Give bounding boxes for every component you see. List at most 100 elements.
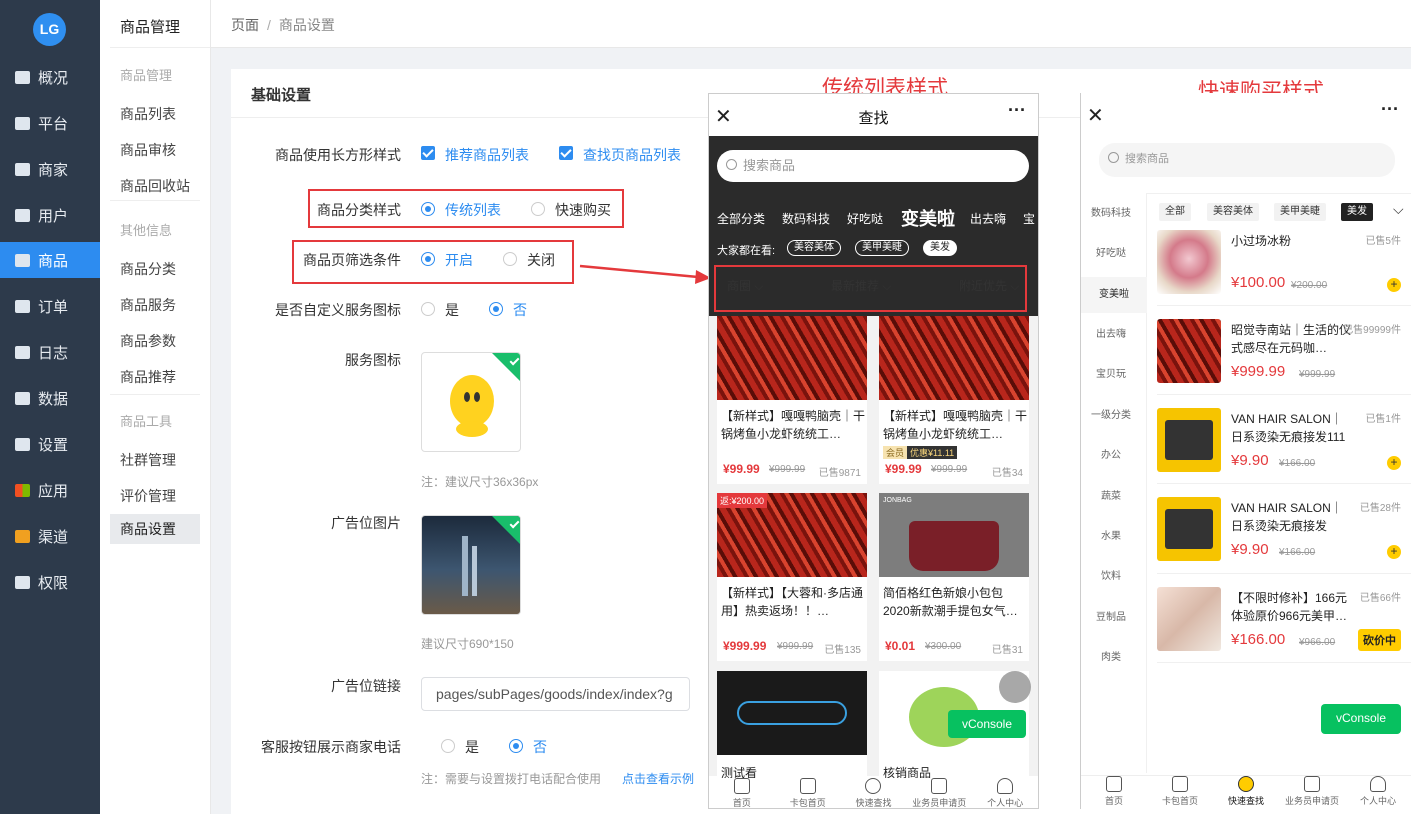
goods-card[interactable]: JONBAG 简佰格红色新娘小包包2020新款潮手提包女气… ¥0.01 ¥30… bbox=[879, 493, 1029, 661]
more-icon[interactable]: ··· bbox=[1008, 100, 1026, 121]
filter-nearby[interactable]: 附近优先 ⌵ bbox=[959, 277, 1019, 294]
goods-card[interactable]: 测试看 bbox=[717, 671, 867, 781]
filter-on-option[interactable]: 开启 bbox=[445, 250, 473, 270]
filter-business-area[interactable]: 商圈 ⌵ bbox=[727, 277, 763, 294]
sub-category-chip-selected[interactable]: 美发 bbox=[1341, 203, 1373, 221]
side-category[interactable]: 饮料 bbox=[1081, 562, 1141, 592]
side-category[interactable]: 数码科技 bbox=[1081, 199, 1141, 229]
category-tab[interactable]: 全部分类 bbox=[717, 210, 765, 227]
sub-category-chip[interactable]: 全部 bbox=[1159, 203, 1191, 221]
side-category[interactable]: 宝贝玩 bbox=[1081, 360, 1141, 390]
search-input[interactable]: 搜索商品 bbox=[1099, 143, 1395, 177]
hot-chip[interactable]: 美甲美睫 bbox=[855, 240, 909, 256]
custom-icon-no-option[interactable]: 否 bbox=[513, 300, 527, 320]
tab-profile[interactable]: 个人中心 bbox=[1345, 776, 1411, 807]
subnav-item-category[interactable]: 商品分类 bbox=[120, 259, 176, 279]
side-category[interactable]: 豆制品 bbox=[1081, 603, 1141, 633]
nav-item-log[interactable]: 日志 bbox=[0, 334, 100, 370]
chevron-down-icon[interactable]: ⌵ bbox=[1393, 201, 1404, 218]
category-tab[interactable]: 数码科技 bbox=[782, 210, 830, 227]
tab-cardpack[interactable]: 卡包首页 bbox=[775, 778, 841, 808]
breadcrumb-root[interactable]: 页面 bbox=[231, 17, 259, 33]
search-list-checkbox[interactable] bbox=[559, 146, 573, 160]
recommend-list-option[interactable]: 推荐商品列表 bbox=[445, 145, 529, 165]
custom-icon-yes-option[interactable]: 是 bbox=[445, 300, 459, 320]
add-to-cart-icon[interactable]: + bbox=[1387, 545, 1401, 559]
sub-category-chip[interactable]: 美容美体 bbox=[1207, 203, 1259, 221]
tab-quick-find[interactable]: 快速查找 bbox=[1213, 776, 1279, 807]
tab-quick-find[interactable]: 快速查找 bbox=[841, 778, 907, 808]
quick-goods-item[interactable]: 【不限时修补】166元体验原价966元美甲… 已售66件 ¥166.00 ¥96… bbox=[1149, 587, 1409, 669]
goods-card[interactable]: 【新样式】嘎嘎鸭脑壳｜干锅烤鱼小龙虾统统工… ¥99.99 ¥999.99 已售… bbox=[717, 316, 867, 484]
subnav-item-goods-review[interactable]: 商品审核 bbox=[120, 140, 176, 160]
phone-button-no-radio[interactable] bbox=[509, 739, 523, 753]
nav-item-merchant[interactable]: 商家 bbox=[0, 151, 100, 187]
side-category[interactable]: 出去嗨 bbox=[1081, 320, 1141, 350]
filter-off-radio[interactable] bbox=[503, 252, 517, 266]
custom-icon-yes-radio[interactable] bbox=[421, 302, 435, 316]
nav-item-platform[interactable]: 平台 bbox=[0, 105, 100, 141]
tab-profile[interactable]: 个人中心 bbox=[972, 778, 1038, 808]
quick-goods-item[interactable]: 小过场冰粉 已售5件 ¥100.00 ¥200.00 + bbox=[1149, 230, 1409, 312]
custom-icon-no-radio[interactable] bbox=[489, 302, 503, 316]
add-to-cart-icon[interactable]: + bbox=[1387, 456, 1401, 470]
nav-item-user[interactable]: 用户 bbox=[0, 197, 100, 233]
filter-on-radio[interactable] bbox=[421, 252, 435, 266]
ad-link-input[interactable]: pages/subPages/goods/index/index?g bbox=[421, 677, 690, 711]
category-tab[interactable]: 出去嗨 bbox=[970, 210, 1006, 227]
nav-item-order[interactable]: 订单 bbox=[0, 288, 100, 324]
search-input[interactable]: 搜索商品 bbox=[717, 150, 1029, 182]
add-to-cart-icon[interactable]: + bbox=[1387, 278, 1401, 292]
goods-card[interactable]: 返:¥200.00 【新样式】【大蓉和·多店通用】热卖返场！！… ¥999.99… bbox=[717, 493, 867, 661]
search-list-option[interactable]: 查找页商品列表 bbox=[583, 145, 681, 165]
quick-goods-item[interactable]: 昭觉寺南站｜生活的仪式感尽在元码咖… 已售99999件 ¥999.99 ¥999… bbox=[1149, 319, 1409, 401]
quick-goods-item[interactable]: VAN HAIR SALON｜日系烫染无痕接发 已售28件 ¥9.90 ¥166… bbox=[1149, 497, 1409, 579]
phone-button-no-option[interactable]: 否 bbox=[533, 737, 547, 757]
tab-salesman[interactable]: 业务员申请页 bbox=[906, 778, 972, 808]
tab-salesman[interactable]: 业务员申请页 bbox=[1279, 776, 1345, 807]
hot-chip[interactable]: 美容美体 bbox=[787, 240, 841, 256]
side-category-active[interactable]: 变美啦 bbox=[1081, 277, 1147, 313]
vconsole-button[interactable]: vConsole bbox=[1321, 704, 1401, 734]
nav-item-overview[interactable]: 概况 bbox=[0, 59, 100, 95]
nav-item-apps[interactable]: 应用 bbox=[0, 472, 100, 508]
subnav-item-reviews[interactable]: 评价管理 bbox=[120, 486, 176, 506]
traditional-list-radio[interactable] bbox=[421, 202, 435, 216]
filter-off-option[interactable]: 关闭 bbox=[527, 250, 555, 270]
bargain-button[interactable]: 砍价中 bbox=[1358, 629, 1401, 651]
ad-image-upload[interactable] bbox=[421, 515, 521, 615]
close-icon[interactable]: ✕ bbox=[1087, 103, 1104, 128]
side-category[interactable]: 蔬菜 bbox=[1081, 482, 1141, 512]
filter-latest[interactable]: 最新推荐 ⌵ bbox=[831, 277, 891, 294]
side-category[interactable]: 一级分类 bbox=[1081, 401, 1141, 431]
subnav-item-goods-settings[interactable]: 商品设置 bbox=[110, 514, 200, 544]
vconsole-button[interactable]: vConsole bbox=[948, 710, 1026, 738]
hot-chip-selected[interactable]: 美发 bbox=[923, 240, 957, 256]
view-example-link[interactable]: 点击查看示例 bbox=[622, 770, 694, 787]
service-icon-upload[interactable] bbox=[421, 352, 521, 452]
goods-card[interactable]: 【新样式】嘎嘎鸭脑壳｜干锅烤鱼小龙虾统统工… 会员 优惠¥11.11 ¥99.9… bbox=[879, 316, 1029, 484]
subnav-item-params[interactable]: 商品参数 bbox=[120, 331, 176, 351]
subnav-item-recommend[interactable]: 商品推荐 bbox=[120, 367, 176, 387]
quick-buy-radio[interactable] bbox=[531, 202, 545, 216]
side-category[interactable]: 肉类 bbox=[1081, 643, 1141, 673]
grid-toggle-icon[interactable] bbox=[999, 671, 1031, 703]
subnav-item-goods-list[interactable]: 商品列表 bbox=[120, 104, 176, 124]
nav-item-channel[interactable]: 渠道 bbox=[0, 518, 100, 554]
subnav-item-service[interactable]: 商品服务 bbox=[120, 295, 176, 315]
nav-item-settings[interactable]: 设置 bbox=[0, 426, 100, 462]
traditional-list-option[interactable]: 传统列表 bbox=[445, 200, 501, 220]
sub-category-chip[interactable]: 美甲美睫 bbox=[1274, 203, 1326, 221]
category-tab[interactable]: 宝 bbox=[1023, 210, 1035, 227]
subnav-item-community[interactable]: 社群管理 bbox=[120, 450, 176, 470]
quick-buy-option[interactable]: 快速购买 bbox=[555, 200, 611, 220]
subnav-item-recycle-bin[interactable]: 商品回收站 bbox=[120, 176, 190, 196]
category-tab[interactable]: 好吃哒 bbox=[847, 210, 883, 227]
recommend-list-checkbox[interactable] bbox=[421, 146, 435, 160]
category-tab-active[interactable]: 变美啦 bbox=[901, 205, 955, 231]
more-icon[interactable]: ··· bbox=[1381, 99, 1399, 120]
side-category[interactable]: 好吃哒 bbox=[1081, 239, 1141, 269]
side-category[interactable]: 办公 bbox=[1081, 441, 1141, 471]
tab-cardpack[interactable]: 卡包首页 bbox=[1147, 776, 1213, 807]
nav-item-data[interactable]: 数据 bbox=[0, 380, 100, 416]
